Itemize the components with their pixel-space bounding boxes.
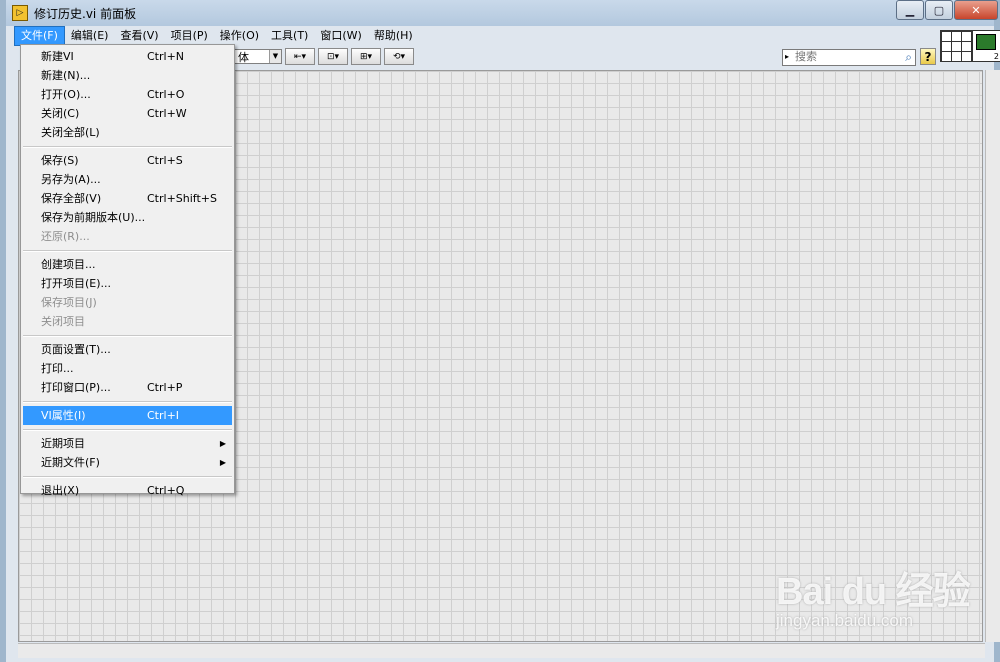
file-menu-item[interactable]: 近期项目 ▶ bbox=[23, 434, 232, 453]
menu-bar: 文件(F) 编辑(E) 查看(V) 项目(P) 操作(O) 工具(T) 窗口(W… bbox=[14, 26, 419, 46]
file-menu-item: 还原(R)... bbox=[23, 227, 232, 246]
file-menu-dropdown: 新建VI Ctrl+N 新建(N)... 打开(O)... Ctrl+O 关闭(C) Ctr… bbox=[20, 44, 235, 497]
menu-item-label: 近期文件(F) bbox=[41, 456, 100, 469]
submenu-arrow-icon: ▶ bbox=[219, 439, 226, 448]
menu-item-shortcut: Ctrl+W bbox=[147, 107, 187, 120]
menu-item-label: 新建VI bbox=[41, 50, 74, 63]
file-menu-item[interactable]: 保存(S) Ctrl+S bbox=[23, 151, 232, 170]
menu-item-label: 打开项目(E)... bbox=[41, 277, 112, 290]
submenu-arrow-icon: ▶ bbox=[219, 458, 226, 467]
menu-help[interactable]: 帮助(H) bbox=[368, 27, 419, 45]
menu-separator bbox=[23, 476, 232, 478]
file-menu-item[interactable]: 退出(X) Ctrl+Q bbox=[23, 481, 232, 500]
file-menu-item[interactable]: 保存为前期版本(U)... bbox=[23, 208, 232, 227]
menu-item-label: VI属性(I) bbox=[41, 409, 86, 422]
reorder-button[interactable]: ⟲▾ bbox=[384, 48, 414, 65]
menu-item-label: 保存(S) bbox=[41, 154, 79, 167]
menu-item-label: 近期项目 bbox=[41, 437, 85, 450]
menu-edit[interactable]: 编辑(E) bbox=[65, 27, 115, 45]
menu-item-label: 退出(X) bbox=[41, 484, 80, 497]
resize-objects-button[interactable]: ⊞▾ bbox=[351, 48, 381, 65]
menu-window[interactable]: 窗口(W) bbox=[314, 27, 367, 45]
search-input[interactable] bbox=[795, 50, 891, 63]
menu-item-label: 保存全部(V) bbox=[41, 192, 102, 205]
font-selector-label: 体 bbox=[238, 51, 249, 64]
menu-project[interactable]: 项目(P) bbox=[165, 27, 214, 45]
menu-item-shortcut: Ctrl+N bbox=[147, 50, 185, 63]
watermark-brand: Bai du 经验 bbox=[776, 571, 971, 613]
file-menu-item: 保存项目(J) bbox=[23, 293, 232, 312]
menu-item-label: 保存项目(J) bbox=[41, 296, 97, 309]
file-menu-item[interactable]: 打开项目(E)... bbox=[23, 274, 232, 293]
minimize-button[interactable]: ▁ bbox=[896, 0, 924, 20]
minimize-icon: ▁ bbox=[905, 3, 915, 17]
menu-view[interactable]: 查看(V) bbox=[114, 27, 164, 45]
menu-item-label: 页面设置(T)... bbox=[41, 343, 111, 356]
file-menu-item[interactable]: 近期文件(F) ▶ bbox=[23, 453, 232, 472]
window-controls: ▁ ▢ ✕ bbox=[895, 0, 998, 20]
menu-item-label: 关闭(C) bbox=[41, 107, 80, 120]
file-menu-item[interactable]: 打印窗口(P)... Ctrl+P bbox=[23, 378, 232, 397]
baidu-watermark: Bai du 经验 jingyan.baidu.com bbox=[776, 560, 971, 631]
menu-item-label: 打开(O)... bbox=[41, 88, 91, 101]
menu-tools[interactable]: 工具(T) bbox=[265, 27, 314, 45]
file-menu-item[interactable]: 保存全部(V) Ctrl+Shift+S bbox=[23, 189, 232, 208]
menu-item-label: 另存为(A)... bbox=[41, 173, 101, 186]
maximize-icon: ▢ bbox=[933, 3, 945, 17]
close-icon: ✕ bbox=[971, 3, 981, 17]
menu-item-shortcut: Ctrl+S bbox=[147, 154, 183, 167]
menu-item-label: 关闭全部(L) bbox=[41, 126, 100, 139]
menu-item-label: 打印... bbox=[41, 362, 74, 375]
vertical-scrollbar[interactable] bbox=[985, 70, 1000, 642]
file-menu-item: 关闭项目 bbox=[23, 312, 232, 331]
magnifier-icon[interactable]: ⌕ bbox=[905, 50, 912, 65]
horizontal-scrollbar[interactable] bbox=[18, 643, 985, 658]
align-objects-button[interactable]: ⇤▾ bbox=[285, 48, 315, 65]
menu-item-label: 关闭项目 bbox=[41, 315, 85, 328]
menu-separator bbox=[23, 335, 232, 337]
maximize-button[interactable]: ▢ bbox=[925, 0, 953, 20]
search-expand-icon: ▸ bbox=[785, 52, 790, 61]
menu-separator bbox=[23, 401, 232, 403]
font-selector[interactable]: 体 ▼ bbox=[234, 49, 282, 64]
menu-item-shortcut: Ctrl+I bbox=[147, 409, 180, 422]
file-menu-item[interactable]: 创建项目... bbox=[23, 255, 232, 274]
labview-app-icon: ▷ bbox=[12, 5, 28, 21]
context-help-button[interactable]: ? bbox=[920, 48, 936, 65]
search-box: ▸ ⌕ bbox=[782, 49, 916, 66]
file-menu-item[interactable]: 新建(N)... bbox=[23, 66, 232, 85]
menu-item-label: 打印窗口(P)... bbox=[41, 381, 111, 394]
labview-front-panel-window: ▷ 修订历史.vi 前面板 ▁ ▢ ✕ 文件(F) 编辑(E) 查看(V) 项目… bbox=[0, 0, 1000, 662]
connector-pane-icon[interactable] bbox=[940, 30, 972, 62]
chevron-down-icon: ▼ bbox=[269, 50, 281, 63]
menu-item-label: 新建(N)... bbox=[41, 69, 91, 82]
menu-item-label: 还原(R)... bbox=[41, 230, 90, 243]
vi-icon[interactable]: 2 bbox=[972, 30, 1000, 62]
menu-item-label: 保存为前期版本(U)... bbox=[41, 211, 146, 224]
menu-separator bbox=[23, 429, 232, 431]
menu-item-shortcut: Ctrl+O bbox=[147, 88, 185, 101]
file-menu-item[interactable]: 新建VI Ctrl+N bbox=[23, 47, 232, 66]
file-menu-item[interactable]: 关闭全部(L) bbox=[23, 123, 232, 142]
distribute-objects-button[interactable]: ⊡▾ bbox=[318, 48, 348, 65]
file-menu-item[interactable]: 另存为(A)... bbox=[23, 170, 232, 189]
menu-separator bbox=[23, 250, 232, 252]
file-menu-item[interactable]: 打开(O)... Ctrl+O bbox=[23, 85, 232, 104]
menu-item-shortcut: Ctrl+Shift+S bbox=[147, 192, 217, 205]
file-menu-item[interactable]: 打印... bbox=[23, 359, 232, 378]
menu-item-shortcut: Ctrl+P bbox=[147, 381, 183, 394]
menu-item-shortcut: Ctrl+Q bbox=[147, 484, 185, 497]
menu-file[interactable]: 文件(F) bbox=[14, 26, 65, 46]
title-bar[interactable]: ▷ 修订历史.vi 前面板 ▁ ▢ ✕ bbox=[6, 0, 998, 26]
window-title: 修订历史.vi 前面板 bbox=[34, 6, 137, 21]
close-button[interactable]: ✕ bbox=[954, 0, 998, 20]
file-menu-item[interactable]: 页面设置(T)... bbox=[23, 340, 232, 359]
vi-icon-number: 2 bbox=[993, 52, 999, 61]
file-menu-item[interactable]: VI属性(I) Ctrl+I bbox=[23, 406, 232, 425]
vi-icon-graphic bbox=[976, 34, 996, 50]
menu-separator bbox=[23, 146, 232, 148]
menu-item-label: 创建项目... bbox=[41, 258, 96, 271]
menu-operate[interactable]: 操作(O) bbox=[214, 27, 265, 45]
file-menu-item[interactable]: 关闭(C) Ctrl+W bbox=[23, 104, 232, 123]
